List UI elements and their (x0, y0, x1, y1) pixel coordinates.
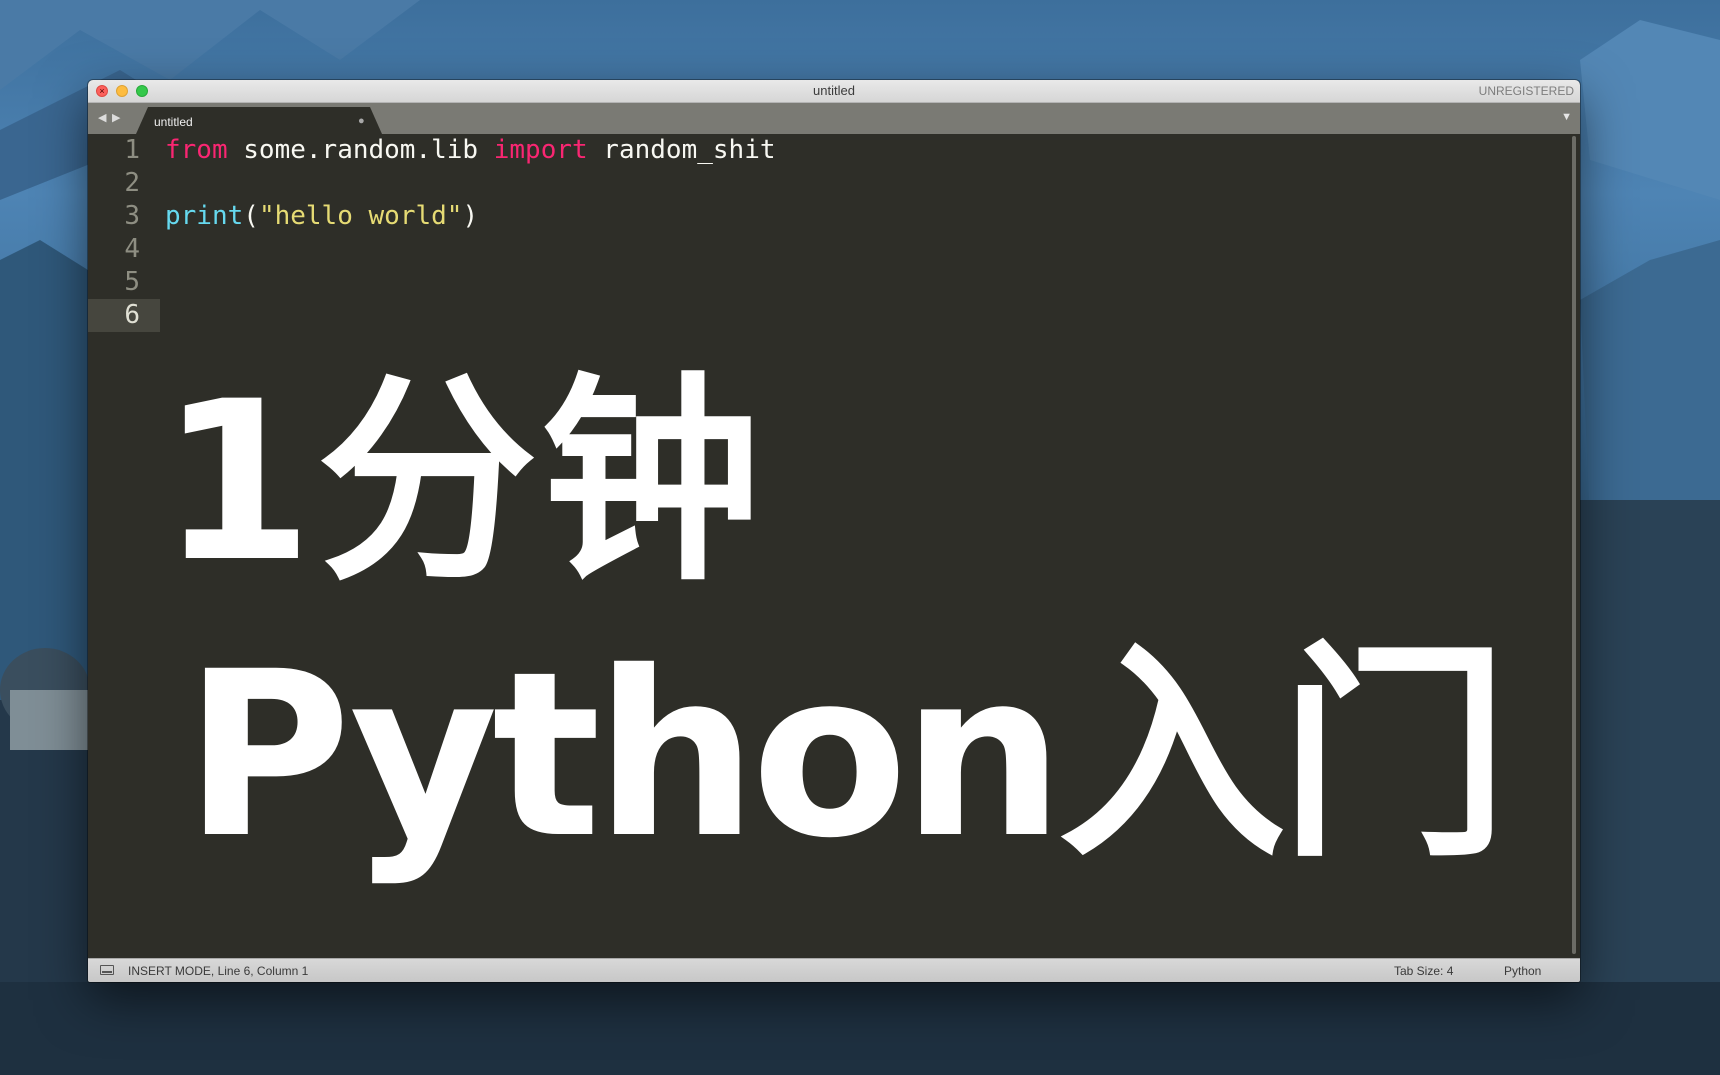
code-line-1[interactable]: from some.random.lib import random_shit (165, 134, 776, 167)
syntax-selector[interactable]: Python (1504, 964, 1541, 978)
unsaved-dot-icon[interactable]: ● (358, 115, 365, 127)
vertical-scrollbar[interactable] (1572, 136, 1576, 954)
status-mode-text: INSERT MODE, Line 6, Column 1 (128, 964, 309, 978)
line-number: 3 (124, 201, 140, 231)
code-line-3[interactable]: print("hello world") (165, 200, 478, 233)
code-editor[interactable]: 1 2 3 4 5 6 from some.random.lib import … (88, 134, 1580, 958)
line-number: 5 (124, 267, 140, 297)
string-token: "hello world" (258, 201, 463, 231)
line-number: 1 (124, 135, 140, 165)
keyword-token: from (165, 135, 228, 165)
nav-back-icon[interactable]: ◀ (98, 111, 106, 125)
plain-token: some.random.lib (227, 135, 494, 165)
window-title: untitled (813, 83, 855, 98)
overlay-title-line-2: Python入门 (184, 622, 1508, 888)
tab-bar: ◀ ▶ untitled ● ▼ (88, 103, 1580, 134)
line-number: 2 (124, 168, 140, 198)
plain-token: ( (243, 201, 259, 231)
tab-size-selector[interactable]: Tab Size: 4 (1394, 964, 1453, 978)
line-number-gutter: 1 2 3 4 5 6 (88, 134, 160, 958)
tab-untitled[interactable]: untitled ● (136, 107, 382, 134)
line-number: 4 (124, 234, 140, 264)
panel-toggle-icon[interactable] (100, 965, 114, 975)
function-token: print (165, 201, 244, 231)
plain-token: ) (462, 201, 479, 231)
license-status: UNREGISTERED (1478, 84, 1574, 98)
tab-title: untitled (154, 115, 193, 129)
editor-window: × untitled UNREGISTERED ◀ ▶ untitled ● ▼… (88, 80, 1580, 982)
nav-forward-icon[interactable]: ▶ (112, 111, 120, 125)
status-bar: INSERT MODE, Line 6, Column 1 Tab Size: … (88, 958, 1580, 982)
title-bar: × untitled UNREGISTERED (88, 80, 1580, 103)
keyword-token: import (493, 135, 588, 165)
current-line-number: 6 (88, 299, 160, 332)
tab-list-dropdown-icon[interactable]: ▼ (1561, 111, 1572, 123)
overlay-title-line-1: 1分钟 (160, 354, 766, 610)
plain-token: random_shit (587, 135, 776, 165)
